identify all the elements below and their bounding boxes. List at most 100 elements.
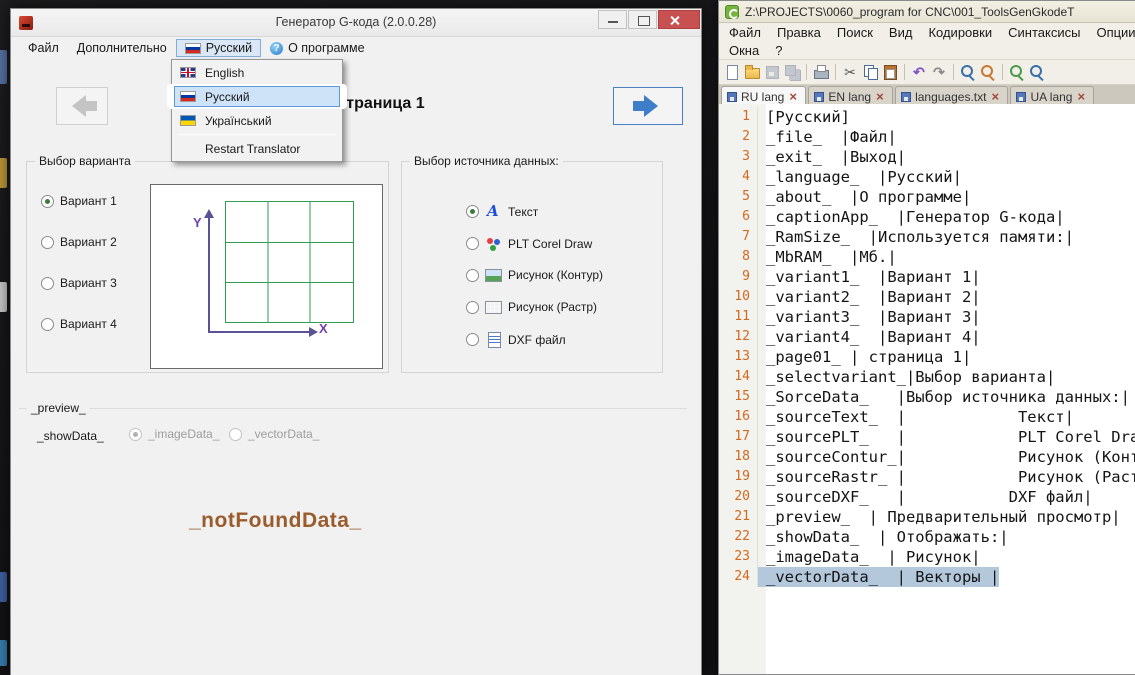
replace-icon[interactable] [979, 63, 997, 81]
desktop-icon[interactable] [0, 640, 7, 666]
desktop-icon[interactable] [0, 572, 7, 602]
close-button[interactable] [658, 10, 700, 29]
editor-line[interactable]: 10 _variant2_ |Вариант 2| [719, 287, 1135, 307]
show-data-label: _showData_ [37, 429, 104, 443]
paste-icon[interactable] [881, 63, 899, 81]
desktop-icon[interactable] [0, 282, 7, 312]
editor-line[interactable]: 4 _language_ |Русский| [719, 167, 1135, 187]
npp-menu-view[interactable]: Вид [881, 25, 921, 40]
radio-source-dxf[interactable]: DXF файл [466, 332, 566, 348]
close-tab-icon[interactable] [875, 91, 886, 103]
zoom-out-icon[interactable] [1028, 63, 1046, 81]
line-text: _preview_ | Предварительный просмотр| [766, 508, 1121, 526]
save-icon[interactable] [763, 63, 781, 81]
desktop-icon[interactable] [0, 50, 7, 84]
close-tab-icon[interactable] [990, 91, 1001, 103]
radio-icon [129, 427, 142, 441]
editor-line[interactable]: 9 _variant1_ |Вариант 1| [719, 267, 1135, 287]
editor-line[interactable]: 20 _sourceDXF_ | DXF файл| [719, 487, 1135, 507]
editor-line[interactable]: 19 _sourceRastr_ | Рисунок (Растр)| [719, 467, 1135, 487]
radio-vector-data[interactable]: _vectorData_ [229, 427, 319, 441]
editor-line[interactable]: 3 _exit_ |Выход| [719, 147, 1135, 167]
editor-lines: 1 [Русский] 2 _file_ |Файл| 3 _exit_ |Выход| 4… [719, 107, 1135, 587]
left-arrow-icon [65, 95, 99, 117]
variant-groupbox: Выбор варианта Вариант 1 Вариант 2 Вариа… [26, 154, 389, 373]
line-text: _sourceText_ | Текст| [766, 408, 1074, 426]
editor-line[interactable]: 14 _selectvariant_|Выбор варианта| [719, 367, 1135, 387]
radio-image-data[interactable]: _imageData_ [129, 427, 219, 441]
print-icon[interactable] [812, 63, 830, 81]
cut-icon[interactable]: ✂ [841, 63, 859, 81]
menu-about[interactable]: О программе [261, 39, 373, 57]
editor-line[interactable]: 2 _file_ |Файл| [719, 127, 1135, 147]
next-page-button[interactable] [613, 87, 683, 125]
editor-line[interactable]: 18 _sourceContur_| Рисунок (Контур)| [719, 447, 1135, 467]
radio-variant-4[interactable]: Вариант 4 [41, 317, 117, 331]
menu-item-english[interactable]: English [174, 62, 340, 83]
menu-item-ukrainian[interactable]: Український [174, 110, 340, 131]
variant-group-title: Выбор варианта [35, 154, 135, 168]
line-number: 3 [719, 147, 758, 167]
editor-line[interactable]: 8 _MbRAM_ |Мб.| [719, 247, 1135, 267]
npp-menu-help[interactable]: ? [767, 43, 790, 58]
editor-line[interactable]: 13 _page01_ | страница 1| [719, 347, 1135, 367]
new-file-icon[interactable] [723, 63, 741, 81]
editor-line[interactable]: 21 _preview_ | Предварительный просмотр| [719, 507, 1135, 527]
radio-icon [466, 300, 479, 314]
editor-line[interactable]: 12 _variant4_ |Вариант 4| [719, 327, 1135, 347]
radio-variant-1[interactable]: Вариант 1 [41, 194, 117, 208]
minimize-button[interactable] [598, 10, 627, 29]
editor-line[interactable]: 6 _captionApp_ |Генератор G-кода| [719, 207, 1135, 227]
editor[interactable]: 1 [Русский] 2 _file_ |Файл| 3 _exit_ |Выход| 4… [719, 104, 1135, 674]
app-titlebar[interactable]: Генератор G-кода (2.0.0.28) [11, 9, 701, 37]
radio-icon [466, 237, 479, 250]
notepad-menubar: Файл Правка Поиск Вид Кодировки Синтакси… [719, 23, 1135, 60]
find-icon[interactable] [959, 63, 977, 81]
editor-line[interactable]: 17 _sourcePLT_ | PLT Corel Draw| [719, 427, 1135, 447]
radio-icon [41, 276, 54, 290]
editor-line[interactable]: 15 _SorceData_ |Выбор источника данных:| [719, 387, 1135, 407]
preview-group-label: _preview_ [27, 401, 90, 415]
prev-page-button[interactable] [56, 87, 108, 125]
editor-line[interactable]: 22 _showData_ | Отображать:| [719, 527, 1135, 547]
npp-menu-search[interactable]: Поиск [829, 25, 881, 40]
radio-source-text[interactable]: Текст [466, 202, 538, 220]
menu-advanced[interactable]: Дополнительно [68, 39, 176, 57]
menu-file[interactable]: Файл [19, 39, 68, 57]
close-tab-icon[interactable] [1076, 91, 1087, 103]
radio-variant-2[interactable]: Вариант 2 [41, 235, 117, 249]
editor-line[interactable]: 16 _sourceText_ | Текст| [719, 407, 1135, 427]
npp-menu-syntax[interactable]: Синтаксисы [1000, 25, 1088, 40]
npp-menu-windows[interactable]: Окна [721, 43, 767, 58]
editor-line[interactable]: 1 [Русский] [719, 107, 1135, 127]
editor-line[interactable]: 23 _imageData_ | Рисунок| [719, 547, 1135, 567]
editor-line[interactable]: 7 _RamSize_ |Используется памяти:| [719, 227, 1135, 247]
npp-menu-file[interactable]: Файл [721, 25, 769, 40]
npp-menu-encoding[interactable]: Кодировки [920, 25, 1000, 40]
menu-language-label: Русский [205, 41, 253, 55]
save-all-icon[interactable] [783, 63, 801, 81]
editor-line[interactable]: 11 _variant3_ |Вариант 3| [719, 307, 1135, 327]
menu-language[interactable]: Русский [175, 39, 262, 57]
npp-menu-edit[interactable]: Правка [769, 25, 829, 40]
undo-icon[interactable]: ↶ [910, 63, 928, 81]
radio-source-contour[interactable]: Рисунок (Контур) [466, 268, 603, 282]
menu-item-restart-translator[interactable]: Restart Translator [174, 138, 340, 159]
menu-item-russian[interactable]: Русский [174, 86, 340, 107]
desktop-icon[interactable] [0, 158, 7, 188]
editor-line[interactable]: 24 _vectorData_ | Векторы | [719, 567, 1135, 587]
npp-menu-options[interactable]: Опции [1088, 25, 1135, 40]
close-tab-icon[interactable] [788, 91, 799, 103]
radio-variant-3[interactable]: Вариант 3 [41, 276, 117, 290]
radio-source-plt[interactable]: PLT Corel Draw [466, 236, 592, 251]
line-text: _showData_ | Отображать:| [766, 528, 1009, 546]
radio-source-raster[interactable]: Рисунок (Растр) [466, 300, 597, 314]
notepad-titlebar[interactable]: Z:\PROJECTS\0060_program for CNC\001_Too… [719, 1, 1135, 23]
editor-line[interactable]: 5 _about_ |О программе| [719, 187, 1135, 207]
open-folder-icon[interactable] [743, 63, 761, 81]
zoom-in-icon[interactable] [1008, 63, 1026, 81]
maximize-button[interactable] [628, 10, 657, 29]
redo-icon[interactable]: ↷ [930, 63, 948, 81]
line-number: 2 [719, 127, 758, 147]
copy-icon[interactable] [861, 63, 879, 81]
